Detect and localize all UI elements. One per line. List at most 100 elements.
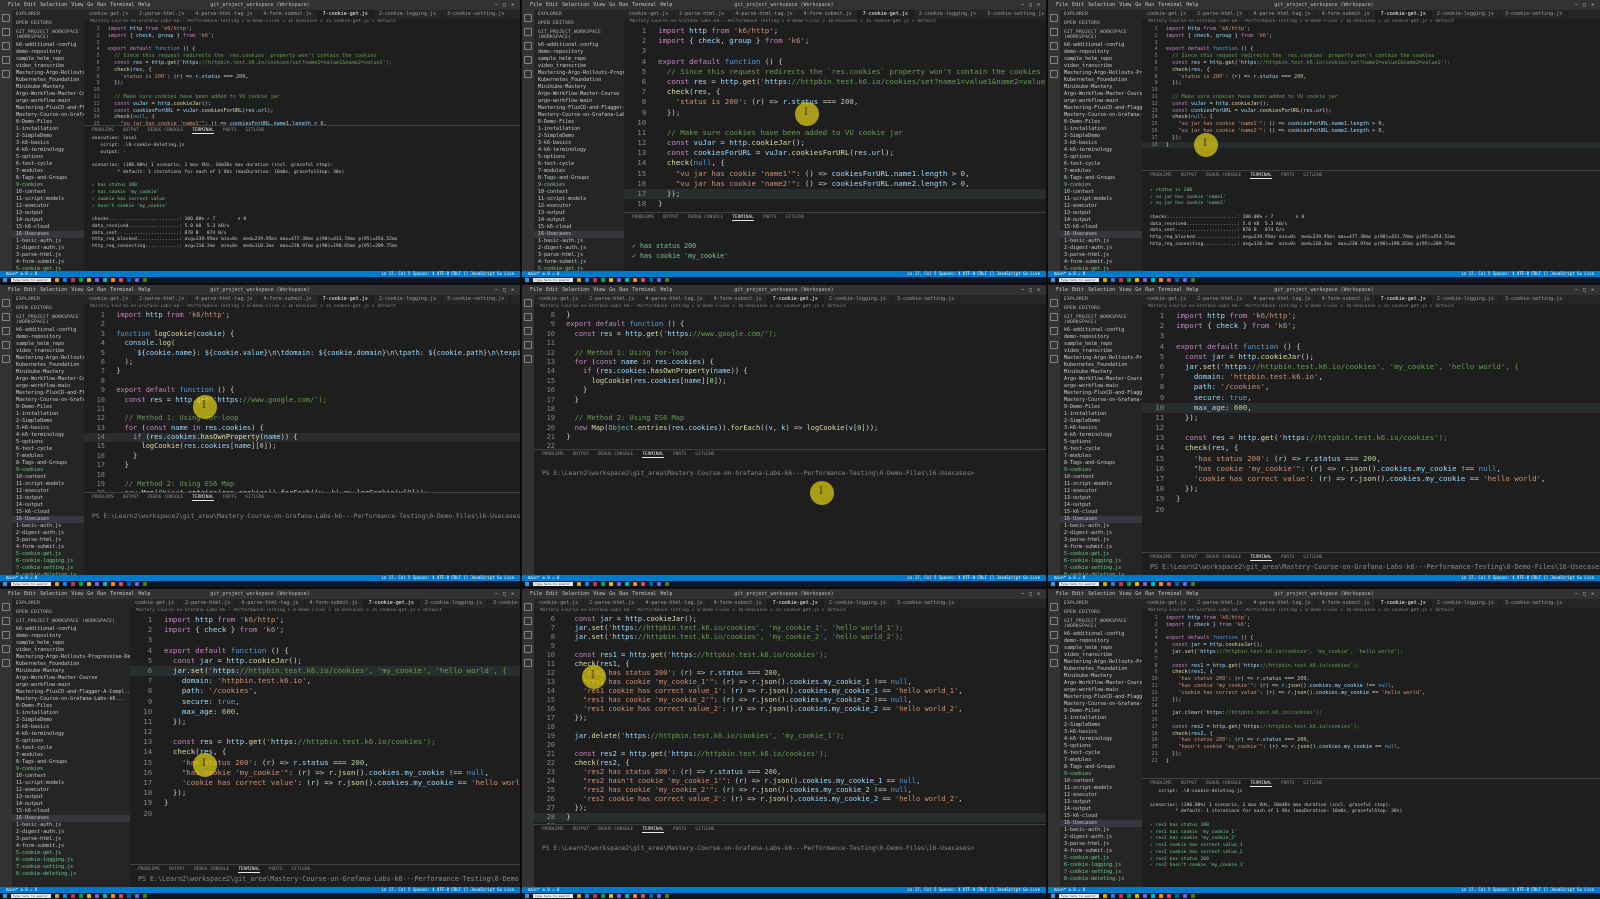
menu-item[interactable]: Go (609, 2, 615, 8)
taskbar-app-icon[interactable] (601, 582, 605, 586)
explorer-item[interactable]: 3-parse-html.js (534, 252, 624, 259)
editor-tab[interactable]: 4-form-submit.js (1317, 295, 1376, 304)
explorer-item[interactable]: 3-parse-html.js (1060, 537, 1142, 544)
explorer-item[interactable]: 8-Tags-and-Groups (1060, 764, 1142, 771)
terminal-tab[interactable]: TERMINAL (642, 452, 664, 458)
menu-item[interactable]: View (1119, 591, 1131, 597)
menu-item[interactable]: Help (1186, 2, 1198, 8)
taskbar-app-icon[interactable] (1191, 582, 1195, 586)
files-icon[interactable] (1050, 603, 1058, 611)
code-editor[interactable]: 8} 9 export default function () {10 const … (534, 311, 1046, 450)
terminal-panel[interactable]: PROBLEMS OUTPUT DEBUG CONSOLE TERMINAL PORTS… (1142, 778, 1600, 887)
explorer-item[interactable]: video_transcribe (1060, 348, 1142, 355)
minimize-icon[interactable]: — (1021, 2, 1024, 8)
explorer-item[interactable]: 5-options (1060, 439, 1142, 446)
windows-start-icon[interactable] (1051, 582, 1055, 586)
taskbar-app-icon[interactable] (1103, 582, 1107, 586)
taskbar-app-icon[interactable] (1175, 894, 1179, 898)
files-icon[interactable] (1050, 299, 1058, 307)
explorer-item[interactable]: 1-basic-auth.js (12, 822, 130, 829)
explorer-item[interactable]: 15-k6-cloud (12, 224, 84, 231)
explorer-item[interactable]: 16-Usecases (534, 231, 624, 238)
explorer-item[interactable]: 9-cookies (534, 182, 624, 189)
explorer-item[interactable]: 3-k6-basics (534, 140, 624, 147)
search-icon[interactable] (1050, 313, 1058, 321)
terminal-tab[interactable]: PROBLEMS (1150, 173, 1172, 179)
editor-tab[interactable]: 2-parse-html.js (584, 599, 641, 608)
explorer-item[interactable]: 9-cookies (1060, 467, 1142, 474)
menu-item[interactable]: Go (1135, 2, 1141, 8)
minimize-icon[interactable]: — (1575, 591, 1578, 597)
editor-tab[interactable]: 2-cookie-logging.js (1432, 599, 1501, 608)
taskbar-app-icon[interactable] (111, 894, 115, 898)
taskbar-app-icon[interactable] (617, 582, 621, 586)
taskbar-app-icon[interactable] (1191, 278, 1195, 282)
explorer-item[interactable]: k6-additional-config (1060, 631, 1142, 638)
files-icon[interactable] (2, 299, 10, 307)
explorer-item[interactable]: argo-workflow-main (12, 682, 130, 689)
terminal-tab[interactable]: OUTPUT (1181, 555, 1197, 561)
terminal-tab[interactable]: PORTS (673, 452, 687, 458)
menu-item[interactable]: Go (609, 287, 615, 293)
run-debug-icon[interactable] (1050, 56, 1058, 64)
explorer-item[interactable]: 7-cookie-setting.js (12, 565, 84, 572)
taskbar-app-icon[interactable] (601, 278, 605, 282)
explorer-item[interactable]: Mastering-Argo-Rollouts-Progressive-De..… (1060, 659, 1142, 666)
editor-tab[interactable]: 3-cookie-setting.js (1500, 599, 1569, 608)
taskbar-search-box[interactable]: Type here to search (1059, 582, 1099, 586)
explorer-item[interactable]: Mastery-Course-on-Grafana-Labs-k6... (12, 112, 84, 119)
taskbar-app-icon[interactable] (665, 894, 669, 898)
taskbar-search-box[interactable]: Type here to search (1059, 278, 1099, 282)
files-icon[interactable] (1050, 14, 1058, 22)
explorer-item[interactable]: 3-parse-html.js (12, 537, 84, 544)
explorer-item[interactable]: Mastery-Course-on-Grafana-Labs-k6... (12, 696, 130, 703)
explorer-item[interactable]: 4-k6-terminology (1060, 432, 1142, 439)
explorer-item[interactable]: demo-repository (534, 49, 624, 56)
explorer-item[interactable]: 7-modules (1060, 757, 1142, 764)
explorer-item[interactable]: 2-SimpleDemo (1060, 418, 1142, 425)
explorer-item[interactable]: 2-digest-auth.js (534, 245, 624, 252)
terminal-tab[interactable]: TERMINAL (642, 827, 664, 833)
taskbar-app-icon[interactable] (79, 278, 83, 282)
code-editor[interactable]: 1 import http from 'k6/http'; 2 import { ch… (624, 26, 1046, 213)
explorer-item[interactable]: 6-cookie-logging.js (12, 857, 130, 864)
explorer-item[interactable]: 13-output (1060, 210, 1142, 217)
taskbar-app-icon[interactable] (119, 278, 123, 282)
menu-item[interactable]: Selection (1088, 2, 1115, 8)
extensions-icon[interactable] (1050, 659, 1058, 667)
maximize-icon[interactable]: □ (1583, 2, 1586, 8)
terminal-tab[interactable]: TERMINAL (1250, 781, 1272, 787)
explorer-item[interactable]: 16-Usecases (1060, 516, 1142, 523)
taskbar-app-icon[interactable] (665, 582, 669, 586)
taskbar-app-icon[interactable] (1159, 582, 1163, 586)
taskbar-app-icon[interactable] (1111, 582, 1115, 586)
extensions-icon[interactable] (2, 355, 10, 363)
explorer-item[interactable]: 4-form-submit.js (1060, 544, 1142, 551)
explorer-item[interactable]: Minikube-Mastery (12, 84, 84, 91)
terminal-tab[interactable]: DEBUG CONSOLE (598, 827, 633, 833)
explorer-item[interactable]: 1-basic-auth.js (12, 523, 84, 530)
terminal-tab[interactable]: PORTS (1281, 173, 1295, 179)
explorer-item[interactable]: 2-SimpleDemo (1060, 133, 1142, 140)
explorer-item[interactable]: Mastering-FluxCD-and-Flagger-A-Compl... (1060, 694, 1142, 701)
explorer-item[interactable]: 14-output (12, 801, 130, 808)
menu-item[interactable]: File (530, 287, 542, 293)
explorer-item[interactable]: 10-context (1060, 778, 1142, 785)
explorer-item[interactable]: 2-SimpleDemo (12, 418, 84, 425)
menu-item[interactable]: Edit (546, 591, 558, 597)
editor-tab[interactable]: 7-cookie-get.js (363, 599, 420, 608)
explorer-item[interactable]: sample_helm_repo (12, 341, 84, 348)
maximize-icon[interactable]: □ (1029, 2, 1032, 8)
taskbar-app-icon[interactable] (641, 582, 645, 586)
taskbar-app-icon[interactable] (585, 582, 589, 586)
explorer-item[interactable]: 12-executor (1060, 792, 1142, 799)
explorer-item[interactable]: 2-digest-auth.js (12, 530, 84, 537)
terminal-tab[interactable]: PROBLEMS (632, 215, 654, 221)
explorer-item[interactable]: 0-Demo-Files (1060, 119, 1142, 126)
menu-item[interactable]: Go (87, 591, 93, 597)
close-icon[interactable]: ✕ (1037, 2, 1040, 8)
terminal-tab[interactable]: TERMINAL (238, 867, 260, 873)
taskbar-app-icon[interactable] (1127, 582, 1131, 586)
explorer-item[interactable]: 5-options (1060, 154, 1142, 161)
explorer-item[interactable]: 2-digest-auth.js (12, 245, 84, 252)
